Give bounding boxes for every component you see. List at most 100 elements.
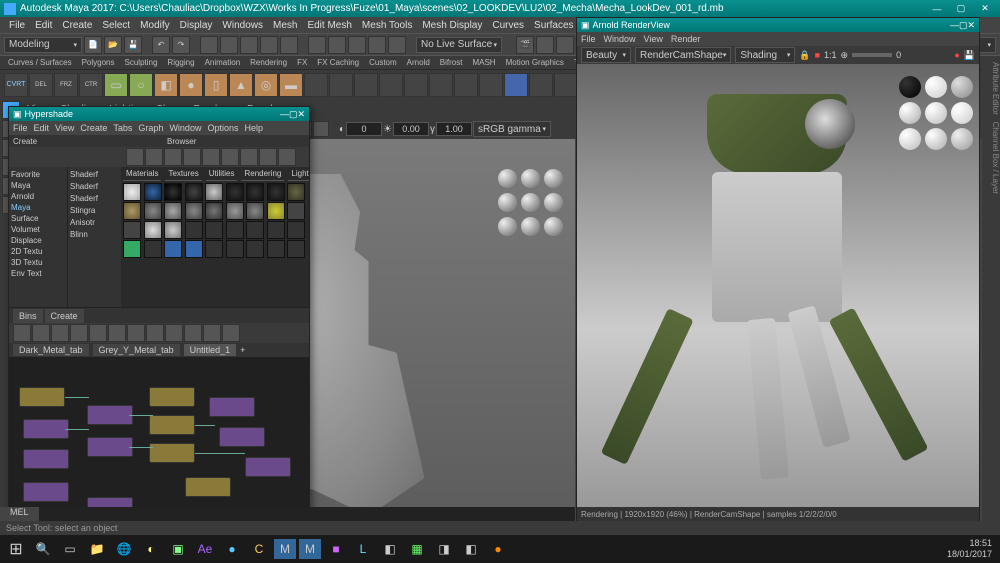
swatch-dirt[interactable] — [287, 183, 305, 201]
system-clock[interactable]: 18:5118/01/2017 — [947, 538, 996, 560]
sel-uv-button[interactable] — [280, 36, 298, 54]
rv-crosshair-icon[interactable]: ⊕ — [841, 50, 849, 61]
node-12[interactable] — [185, 477, 231, 497]
swatch-s32[interactable] — [205, 240, 223, 258]
vp-gamma-field[interactable]: 1.00 — [436, 122, 472, 136]
rv-slider[interactable] — [852, 53, 892, 57]
node-2[interactable] — [23, 419, 69, 439]
rv-menu-file[interactable]: File — [581, 34, 596, 44]
shelf-tab-animation[interactable]: Animation — [201, 58, 245, 67]
rv-menu-render[interactable]: Render — [671, 34, 701, 44]
app-icon-9[interactable]: ◧ — [378, 538, 402, 560]
shelf-tab-mographics[interactable]: Motion Graphics — [502, 58, 568, 67]
hsg-tool12[interactable] — [222, 324, 240, 342]
menu-surfaces[interactable]: Surfaces — [529, 20, 578, 31]
swatch-s26[interactable] — [267, 221, 285, 239]
rv-stop-button[interactable]: ■ — [815, 50, 820, 60]
hs-menu-options[interactable]: Options — [207, 123, 238, 133]
shelf-tool11-button[interactable] — [554, 73, 578, 97]
node-14[interactable] — [219, 427, 265, 447]
hs-tool6-button[interactable] — [221, 148, 239, 166]
swatch-dark1[interactable] — [226, 183, 244, 201]
swatch-s27[interactable] — [287, 221, 305, 239]
hs-tool9-button[interactable] — [278, 148, 296, 166]
app-icon-6[interactable]: M — [299, 539, 321, 559]
hs-gtab-grey[interactable]: Grey_Y_Metal_tab — [93, 344, 180, 356]
swatch-s20[interactable] — [144, 221, 162, 239]
explorer-icon[interactable]: 📁 — [85, 538, 109, 560]
node-11[interactable] — [149, 443, 195, 463]
menu-meshdisplay[interactable]: Mesh Display — [417, 20, 487, 31]
shelf-tab-mash[interactable]: MASH — [468, 58, 499, 67]
shelf-cube-button[interactable]: ◧ — [154, 73, 178, 97]
swatch-grey5[interactable] — [226, 202, 244, 220]
node-6[interactable] — [87, 405, 133, 425]
shelf-tool9-button[interactable] — [504, 73, 528, 97]
swatch-ao[interactable] — [123, 183, 141, 201]
swatch-s24[interactable] — [226, 221, 244, 239]
shelf-tab-rigging[interactable]: Rigging — [163, 58, 198, 67]
shelf-center-button[interactable]: CTR — [79, 73, 103, 97]
app-icon-13[interactable]: ● — [486, 538, 510, 560]
close-button[interactable]: ✕ — [974, 2, 996, 16]
snap-plane-button[interactable] — [368, 36, 386, 54]
open-scene-button[interactable]: 📂 — [104, 36, 122, 54]
app-icon-1[interactable]: ◐ — [139, 538, 163, 560]
vp-near-field[interactable]: 0 — [346, 122, 382, 136]
hs-menu-help[interactable]: Help — [244, 123, 263, 133]
app-icon-4[interactable]: ● — [220, 538, 244, 560]
app-icon-3[interactable]: Ae — [193, 538, 217, 560]
hs-gtab-untitled[interactable]: Untitled_1 — [184, 344, 237, 356]
shelf-tab-sculpting[interactable]: Sculpting — [121, 58, 162, 67]
node-9[interactable] — [149, 387, 195, 407]
mel-button[interactable]: MEL — [0, 507, 39, 521]
shelf-tab-fx[interactable]: FX — [293, 58, 311, 67]
swatch-dark3[interactable] — [267, 183, 285, 201]
app-icon-12[interactable]: ◧ — [459, 538, 483, 560]
hs-brtab-textures[interactable]: Textures — [165, 169, 201, 181]
shelf-tab-polygons[interactable]: Polygons — [78, 58, 119, 67]
menu-meshtools[interactable]: Mesh Tools — [357, 20, 417, 31]
hs-tool1-button[interactable] — [126, 148, 144, 166]
node-13[interactable] — [209, 397, 255, 417]
hsg-tool4[interactable] — [70, 324, 88, 342]
swatch-s30[interactable] — [164, 240, 182, 258]
swatch-s23[interactable] — [205, 221, 223, 239]
rv-camera-dropdown[interactable]: RenderCamShape — [635, 47, 731, 63]
shelf-tool6-button[interactable] — [429, 73, 453, 97]
swatch-grey4[interactable] — [205, 202, 223, 220]
render-settings-button[interactable] — [556, 36, 574, 54]
menu-modify[interactable]: Modify — [135, 20, 174, 31]
shelf-prim2-button[interactable]: ○ — [129, 73, 153, 97]
snap-point-button[interactable] — [348, 36, 366, 54]
shelf-tab-curvessurf[interactable]: Curves / Surfaces — [4, 58, 76, 67]
swatch-black[interactable] — [164, 183, 182, 201]
start-button[interactable]: ⊞ — [4, 538, 28, 560]
swatch-s19[interactable] — [123, 221, 141, 239]
swatch-chrome[interactable] — [205, 183, 223, 201]
hs-tab-bins[interactable]: Bins — [13, 309, 43, 323]
shelf-tool10-button[interactable] — [529, 73, 553, 97]
app-icon-5[interactable]: C — [247, 538, 271, 560]
menu-curves[interactable]: Curves — [487, 20, 529, 31]
swatch-s22[interactable] — [185, 221, 203, 239]
hs-tool4-button[interactable] — [183, 148, 201, 166]
rv-save-icon[interactable]: 💾 — [964, 50, 975, 61]
rv-close-icon[interactable]: ✕ — [967, 20, 975, 31]
ipr-button[interactable] — [536, 36, 554, 54]
menu-create[interactable]: Create — [57, 20, 97, 31]
hs-browser-tab-label[interactable]: Browser — [167, 137, 196, 146]
hs-tool8-button[interactable] — [259, 148, 277, 166]
hs-brtab-materials[interactable]: Materials — [123, 169, 161, 181]
shelf-plane-button[interactable]: ▬ — [279, 73, 303, 97]
node-7[interactable] — [87, 437, 133, 457]
vp-exposure-field[interactable]: 0.00 — [393, 122, 429, 136]
renderview-viewport[interactable] — [577, 64, 979, 507]
new-scene-button[interactable]: 📄 — [84, 36, 102, 54]
node-4[interactable] — [23, 482, 69, 502]
shelf-delhist-button[interactable]: DEL — [29, 73, 53, 97]
app-icon-2[interactable]: ▣ — [166, 538, 190, 560]
rv-display-dropdown[interactable]: Shading — [735, 47, 795, 63]
live-surface-dropdown[interactable]: No Live Surface — [416, 37, 502, 53]
hs-create-list[interactable]: FavoriteMayaArnold MayaSurfaceVolumet Di… — [9, 167, 67, 307]
